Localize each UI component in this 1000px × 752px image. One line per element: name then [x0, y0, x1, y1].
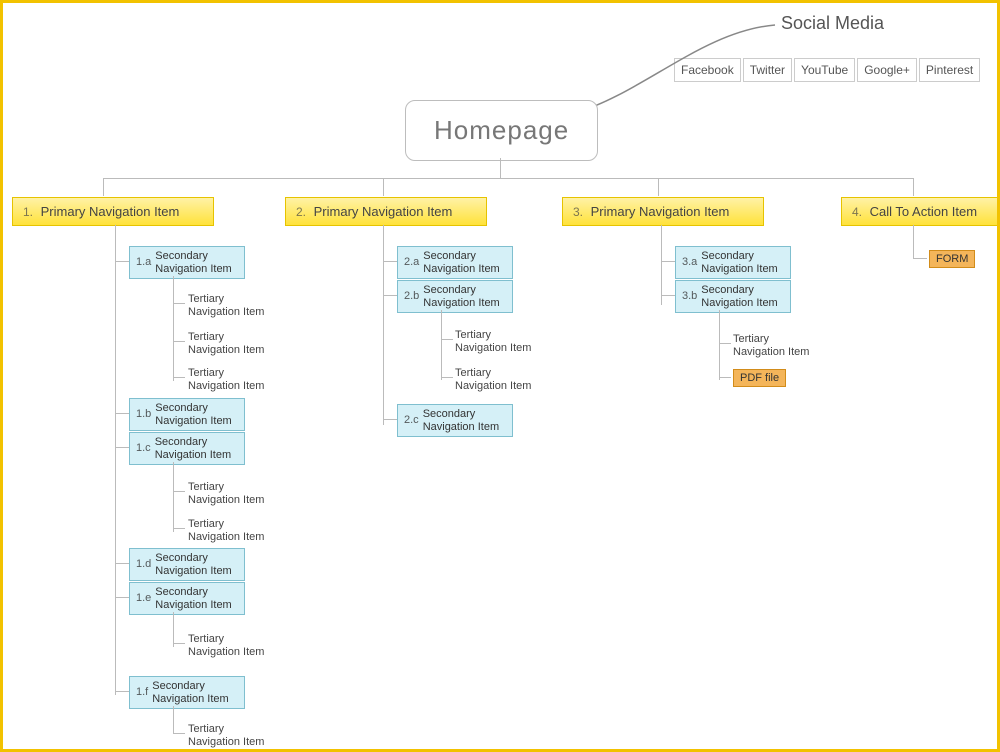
secondary-nav-1c-num: 1.c [136, 442, 151, 455]
secondary-nav-1b-num: 1.b [136, 408, 151, 421]
tertiary-1e-1[interactable]: TertiaryNavigation Item [188, 633, 288, 659]
secondary-nav-3b-num: 3.b [682, 290, 697, 303]
primary-nav-2-num: 2. [296, 205, 306, 219]
tertiary-1a-3[interactable]: TertiaryNavigation Item [188, 367, 288, 393]
secondary-nav-1a-label: SecondaryNavigation Item [155, 250, 231, 275]
secondary-nav-1c-label: SecondaryNavigation Item [155, 436, 231, 461]
secondary-nav-2b-label: SecondaryNavigation Item [423, 284, 499, 309]
secondary-nav-2c[interactable]: 2.c SecondaryNavigation Item [397, 404, 513, 437]
secondary-nav-3b-label: SecondaryNavigation Item [701, 284, 777, 309]
secondary-nav-1f[interactable]: 1.f SecondaryNavigation Item [129, 676, 245, 709]
secondary-nav-1f-label: SecondaryNavigation Item [152, 680, 228, 705]
tertiary-3b-1[interactable]: TertiaryNavigation Item [733, 333, 833, 359]
tertiary-1c-1[interactable]: TertiaryNavigation Item [188, 481, 288, 507]
primary-nav-4-num: 4. [852, 205, 862, 219]
tertiary-2b-2[interactable]: TertiaryNavigation Item [455, 367, 555, 393]
secondary-nav-1d[interactable]: 1.d SecondaryNavigation Item [129, 548, 245, 581]
secondary-nav-3a-num: 3.a [682, 256, 697, 269]
primary-nav-2[interactable]: 2. Primary Navigation Item [285, 197, 487, 226]
secondary-nav-2a-label: SecondaryNavigation Item [423, 250, 499, 275]
secondary-nav-1b-label: SecondaryNavigation Item [155, 402, 231, 427]
secondary-nav-2c-num: 2.c [404, 414, 419, 427]
primary-nav-1[interactable]: 1. Primary Navigation Item [12, 197, 214, 226]
secondary-nav-1a-num: 1.a [136, 256, 151, 269]
primary-nav-3-num: 3. [573, 205, 583, 219]
secondary-nav-1e-label: SecondaryNavigation Item [155, 586, 231, 611]
primary-nav-4[interactable]: 4. Call To Action Item [841, 197, 1000, 226]
tertiary-1c-2[interactable]: TertiaryNavigation Item [188, 518, 288, 544]
primary-nav-1-label: Primary Navigation Item [41, 204, 180, 219]
secondary-nav-1e[interactable]: 1.e SecondaryNavigation Item [129, 582, 245, 615]
primary-nav-3-label: Primary Navigation Item [591, 204, 730, 219]
secondary-nav-1c[interactable]: 1.c SecondaryNavigation Item [129, 432, 245, 465]
secondary-nav-2b[interactable]: 2.b SecondaryNavigation Item [397, 280, 513, 313]
secondary-nav-2b-num: 2.b [404, 290, 419, 303]
secondary-nav-1d-label: SecondaryNavigation Item [155, 552, 231, 577]
form-chip[interactable]: FORM [929, 250, 975, 268]
secondary-nav-1f-num: 1.f [136, 686, 148, 699]
tertiary-1f-1[interactable]: TertiaryNavigation Item [188, 723, 288, 749]
secondary-nav-3a-label: SecondaryNavigation Item [701, 250, 777, 275]
tertiary-1a-2[interactable]: TertiaryNavigation Item [188, 331, 288, 357]
secondary-nav-1b[interactable]: 1.b SecondaryNavigation Item [129, 398, 245, 431]
secondary-nav-1d-num: 1.d [136, 558, 151, 571]
secondary-nav-2c-label: SecondaryNavigation Item [423, 408, 499, 433]
secondary-nav-1a[interactable]: 1.a SecondaryNavigation Item [129, 246, 245, 279]
root-node-homepage[interactable]: Homepage [405, 100, 598, 161]
secondary-nav-1e-num: 1.e [136, 592, 151, 605]
secondary-nav-3a[interactable]: 3.a SecondaryNavigation Item [675, 246, 791, 279]
secondary-nav-3b[interactable]: 3.b SecondaryNavigation Item [675, 280, 791, 313]
tertiary-1a-1[interactable]: TertiaryNavigation Item [188, 293, 288, 319]
primary-nav-1-num: 1. [23, 205, 33, 219]
pdf-file-chip[interactable]: PDF file [733, 369, 786, 387]
primary-nav-2-label: Primary Navigation Item [314, 204, 453, 219]
primary-nav-4-label: Call To Action Item [870, 204, 977, 219]
secondary-nav-2a-num: 2.a [404, 256, 419, 269]
secondary-nav-2a[interactable]: 2.a SecondaryNavigation Item [397, 246, 513, 279]
tertiary-2b-1[interactable]: TertiaryNavigation Item [455, 329, 555, 355]
primary-nav-3[interactable]: 3. Primary Navigation Item [562, 197, 764, 226]
